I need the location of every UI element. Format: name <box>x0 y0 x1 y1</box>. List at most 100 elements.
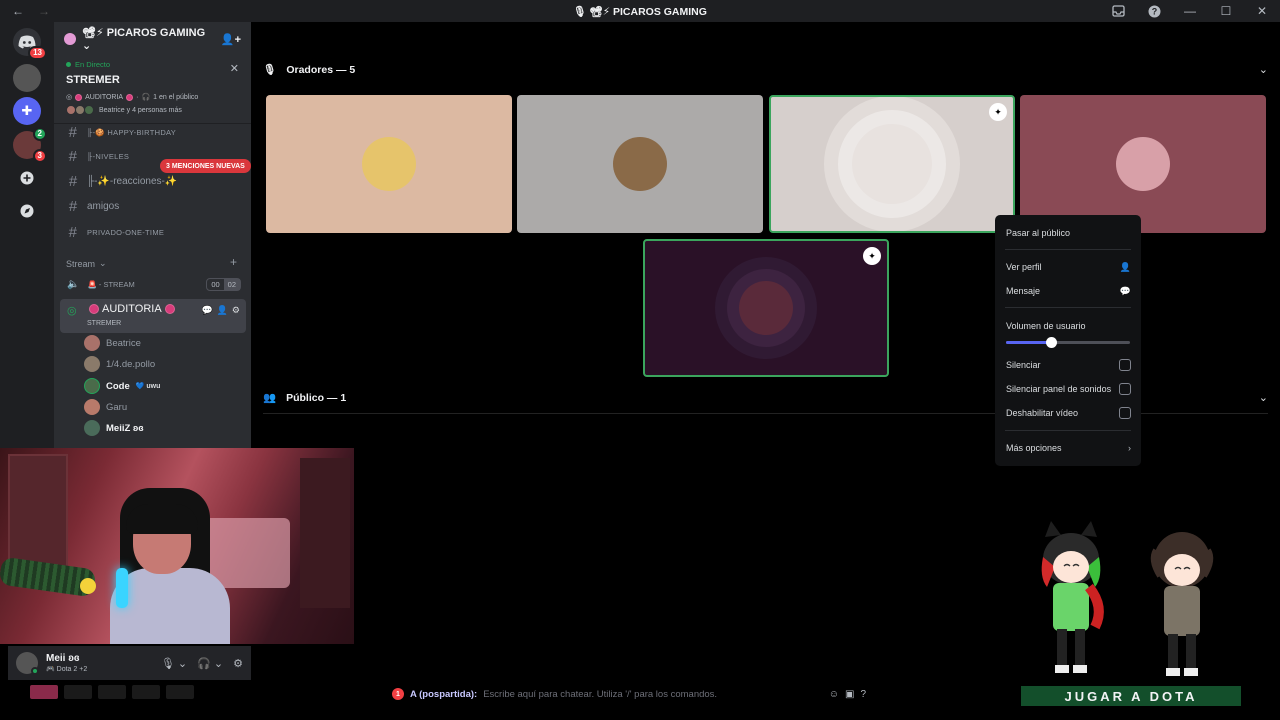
user-activity: 🎮 Dota 2 +2 <box>46 666 88 673</box>
forward-arrow-icon[interactable]: → <box>38 4 50 18</box>
user-volume-slider[interactable] <box>1006 337 1130 348</box>
speaker-tile[interactable]: ✦ <box>643 239 889 377</box>
inbox-icon[interactable] <box>1110 3 1126 19</box>
disable-video-item[interactable]: Deshabilitar vídeo <box>1006 404 1131 422</box>
new-mentions-badge[interactable]: 3 MENCIONES NUEVAS <box>160 159 251 173</box>
headphones-icon[interactable]: 🎧 ⌄ <box>197 657 223 670</box>
microphone-icon[interactable]: 🎙 ⌄ <box>161 657 187 670</box>
user-name: Meii ʚɞ <box>46 653 80 664</box>
category-label: Stream <box>66 258 96 269</box>
member-garu[interactable]: Garu <box>84 397 127 417</box>
moderator-badge-icon: ✦ <box>863 247 881 265</box>
settings-icon[interactable]: ▣ <box>845 689 854 700</box>
hash-icon: # <box>68 123 78 141</box>
mute-item[interactable]: Silenciar <box>1006 356 1131 374</box>
speaker-tile[interactable] <box>266 95 512 233</box>
chevron-down-icon[interactable]: ⌄ <box>1259 63 1268 76</box>
invite-icon[interactable]: 👤+ <box>221 33 241 46</box>
live-stage-panel[interactable]: En Directo STREMER ◎ AUDITORIA · 🎧 1 en … <box>54 56 251 119</box>
member-name: Code <box>106 380 130 392</box>
help-icon[interactable]: ? <box>860 689 866 700</box>
live-status-text: En Directo <box>75 60 111 69</box>
avatar <box>84 335 100 351</box>
direct-messages-button[interactable]: 13 <box>13 28 47 60</box>
live-audience: 1 en el público <box>153 93 199 101</box>
server-badge-bottom: 3 <box>32 149 47 163</box>
user-icon: 👤 <box>1119 261 1131 272</box>
speaker-tile[interactable] <box>517 95 763 233</box>
taskbar-icon[interactable] <box>64 685 92 699</box>
channel-amigos[interactable]: # amigos <box>62 196 247 216</box>
avatar <box>613 137 667 191</box>
taskbar-icon[interactable] <box>132 685 160 699</box>
compass-icon <box>20 204 34 218</box>
help-icon[interactable]: ? <box>1146 3 1162 19</box>
maximize-icon[interactable]: ☐ <box>1218 3 1234 19</box>
microphone-icon: 🎙 <box>263 64 277 76</box>
mute-soundboard-item[interactable]: Silenciar panel de sonidos <box>1006 380 1131 398</box>
gear-icon[interactable]: ⚙ <box>233 657 243 670</box>
move-to-audience-item[interactable]: Pasar al público <box>1006 224 1131 242</box>
disable-video-checkbox[interactable] <box>1119 407 1131 419</box>
server-header[interactable]: 📽⚡ PICAROS GAMING ⌄ 👤+ <box>54 22 251 56</box>
live-dot-icon <box>66 62 71 67</box>
member-beatrice[interactable]: Beatrice <box>84 333 141 353</box>
channel-privado-one-time[interactable]: # PRIVADO-ONE-TIME <box>62 222 247 242</box>
more-options-item[interactable]: Más opciones › <box>1006 439 1131 457</box>
mute-soundboard-checkbox[interactable] <box>1119 383 1131 395</box>
live-subtitle: ◎ AUDITORIA · 🎧 1 en el público <box>66 93 239 101</box>
server-icon-3[interactable]: 2 3 <box>13 127 47 163</box>
avatar <box>84 420 100 436</box>
category-stream[interactable]: Stream ⌄ <box>66 258 107 269</box>
stage-channel-auditoria[interactable]: ◎ AUDITORIA STREMER 💬 👤 ⚙ <box>60 299 246 333</box>
server-icon-2[interactable]: ✚ <box>13 97 41 125</box>
member-pollo[interactable]: 1/4.de.pollo <box>84 354 155 374</box>
channel-label: ╟-NIVELES <box>87 151 130 161</box>
plus-circle-icon <box>20 171 34 185</box>
avatar <box>84 378 100 394</box>
member-name: Garu <box>106 401 128 413</box>
menu-label: Deshabilitar vídeo <box>1006 408 1079 418</box>
hash-icon: # <box>68 197 78 215</box>
minimize-icon[interactable]: — <box>1182 3 1198 19</box>
live-channel: AUDITORIA <box>85 93 124 101</box>
avatar <box>84 399 100 415</box>
close-icon[interactable]: ✕ <box>1254 3 1270 19</box>
taskbar-icon[interactable] <box>166 685 194 699</box>
taskbar-icon[interactable] <box>98 685 126 699</box>
add-server-button[interactable] <box>13 164 41 192</box>
member-code[interactable]: Code 💙 uwu <box>84 376 160 396</box>
gamepad-icon: ✚ <box>21 103 33 118</box>
divider <box>1005 430 1131 431</box>
invite-icon[interactable]: 👤 <box>217 305 228 316</box>
menu-label: Silenciar panel de sonidos <box>1006 384 1112 394</box>
audience-header: 👥 Público — 1 <box>263 391 346 405</box>
message-item[interactable]: Mensaje 💬 <box>1006 282 1131 300</box>
chat-icon[interactable]: 💬 <box>201 305 212 316</box>
view-profile-item[interactable]: Ver perfil 👤 <box>1006 258 1131 276</box>
webcam-person <box>126 504 198 534</box>
speaker-tile[interactable]: ✦ <box>769 95 1015 233</box>
taskbar-icon[interactable] <box>30 685 58 699</box>
explore-servers-button[interactable] <box>13 197 41 225</box>
speaker-tile[interactable] <box>1020 95 1266 233</box>
chat-bubble-icon: 💬 <box>1119 285 1131 296</box>
server-rail: 13 ✚ 2 3 <box>0 22 54 448</box>
channel-happy-birthday[interactable]: # ╟-🍪 HAPPY-BIRTHDAY <box>62 122 247 142</box>
live-title: STREMER <box>66 74 120 86</box>
emoji-icon[interactable]: ☺ <box>829 689 839 700</box>
back-arrow-icon[interactable]: ← <box>12 4 24 18</box>
member-meiiz[interactable]: MeiiZ ʚɞ <box>84 418 144 438</box>
gear-icon[interactable]: ⚙ <box>232 305 240 316</box>
slider-handle[interactable] <box>1045 337 1057 348</box>
channel-reacciones[interactable]: # ╟-✨-reacciones-✨ <box>62 171 247 191</box>
play-dota-banner: JUGAR A DOTA <box>1021 686 1241 706</box>
avatar <box>1116 137 1170 191</box>
stream-chat-input[interactable]: 1 A (pospartida): Escribe aquí para chat… <box>386 683 870 705</box>
mute-checkbox[interactable] <box>1119 359 1131 371</box>
avatar[interactable] <box>16 652 39 675</box>
close-icon[interactable]: ✕ <box>230 62 239 75</box>
chevron-down-icon[interactable]: ⌄ <box>1259 391 1268 404</box>
create-channel-icon[interactable]: + <box>230 255 237 269</box>
server-icon-1[interactable] <box>13 64 41 92</box>
